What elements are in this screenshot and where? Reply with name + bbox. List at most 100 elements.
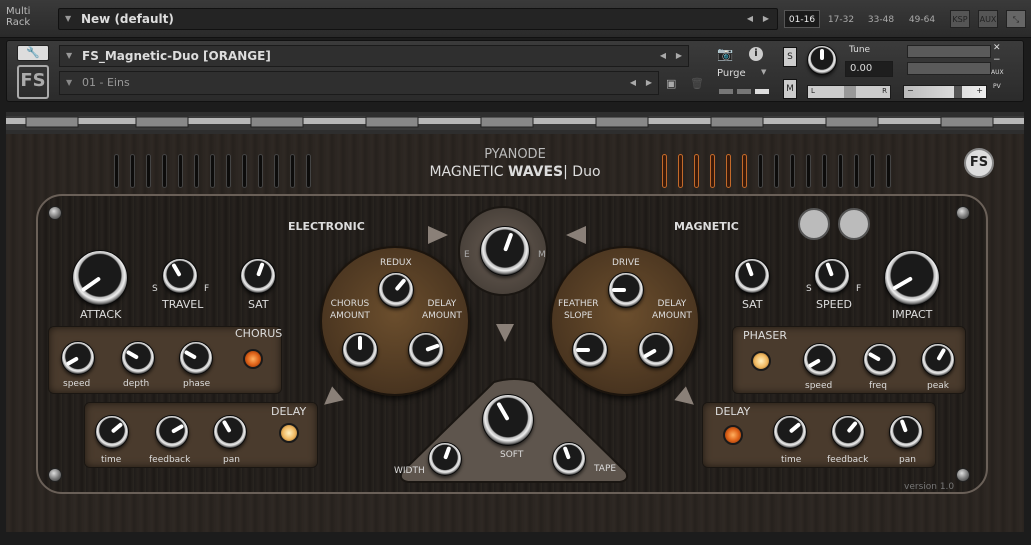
travel-knob[interactable] bbox=[162, 258, 198, 294]
tape-label: TAPE bbox=[594, 464, 617, 474]
minimize-icon[interactable]: − bbox=[993, 55, 1001, 65]
range-tab-2[interactable]: 17-32 bbox=[822, 10, 860, 28]
sat-left-knob[interactable] bbox=[240, 258, 276, 294]
volume-slider[interactable]: − + bbox=[903, 85, 987, 99]
chorus-speed-label: speed bbox=[63, 379, 91, 389]
arrow-left-icon bbox=[566, 226, 586, 244]
drive-label: DRIVE bbox=[612, 258, 640, 268]
close-icon[interactable]: ✕ bbox=[993, 43, 1001, 53]
purge-seg-1 bbox=[719, 89, 733, 94]
volume-plus-icon[interactable]: + bbox=[976, 86, 983, 95]
delay-left-time-knob[interactable] bbox=[95, 415, 129, 449]
brand-title-c: | Duo bbox=[563, 164, 601, 180]
feather-slope-knob[interactable] bbox=[572, 332, 608, 368]
aux-tag[interactable]: AUX bbox=[991, 69, 1004, 76]
redux-knob[interactable] bbox=[378, 272, 414, 308]
purge-menu[interactable]: Purge bbox=[717, 68, 746, 79]
purge-dropdown-icon[interactable]: ▼ bbox=[761, 68, 766, 76]
drive-knob[interactable] bbox=[608, 272, 644, 308]
chorus-section: speed depth phase CHORUS bbox=[48, 326, 282, 394]
chorus-phase-label: phase bbox=[183, 379, 211, 389]
impact-knob[interactable] bbox=[884, 250, 940, 306]
pan-thumb[interactable] bbox=[844, 86, 856, 98]
sat-right-knob[interactable] bbox=[734, 258, 770, 294]
speed-right-knob[interactable] bbox=[814, 258, 850, 294]
aux-button[interactable]: AUX bbox=[978, 10, 998, 28]
multi-rack-line1: Multi bbox=[6, 6, 31, 17]
info-icon[interactable]: i bbox=[749, 47, 763, 61]
collapse-icon[interactable]: ⤡ bbox=[1006, 10, 1026, 28]
reel-right-icon[interactable] bbox=[838, 208, 870, 240]
phaser-speed-knob[interactable] bbox=[803, 343, 837, 377]
delay-left-label: DELAY bbox=[271, 405, 307, 418]
preset-dropdown-icon[interactable]: ▼ bbox=[65, 9, 71, 29]
phaser-peak-knob[interactable] bbox=[921, 343, 955, 377]
delay-right-led-button[interactable] bbox=[723, 425, 743, 445]
delay-left-pan-label: pan bbox=[223, 455, 240, 465]
soft-knob[interactable] bbox=[482, 394, 534, 446]
blend-e-label: E bbox=[464, 250, 470, 260]
travel-f-label: F bbox=[204, 284, 210, 294]
delay-left-feedback-knob[interactable] bbox=[155, 415, 189, 449]
kontakt-window: Multi Rack ▼ New (default) ◀ ▶ 01-16 17-… bbox=[0, 0, 1031, 545]
reel-left-icon[interactable] bbox=[798, 208, 830, 240]
phaser-freq-label: freq bbox=[869, 381, 887, 391]
prev-instrument-icon[interactable]: ◀ bbox=[660, 46, 666, 66]
next-patch-icon[interactable]: ▶ bbox=[646, 72, 652, 94]
pan-slider[interactable]: L R bbox=[807, 85, 891, 99]
purge-seg-2 bbox=[737, 89, 751, 94]
multi-preset-field[interactable]: ▼ New (default) ◀ ▶ bbox=[58, 8, 778, 30]
sat-right-label: SAT bbox=[742, 298, 763, 311]
phaser-freq-knob[interactable] bbox=[863, 343, 897, 377]
chorus-led-button[interactable] bbox=[243, 349, 263, 369]
preset-name: New (default) bbox=[81, 12, 174, 26]
phaser-speed-label: speed bbox=[805, 381, 833, 391]
delay-amount-left-knob[interactable] bbox=[408, 332, 444, 368]
speed-s-label: S bbox=[806, 284, 812, 294]
mute-button[interactable]: M bbox=[783, 79, 797, 99]
range-tab-4[interactable]: 49-64 bbox=[902, 10, 942, 28]
width-knob[interactable] bbox=[428, 442, 462, 476]
delay-left-led-button[interactable] bbox=[279, 423, 299, 443]
range-tab-3[interactable]: 33-48 bbox=[862, 10, 900, 28]
pan-right-label: R bbox=[882, 87, 887, 95]
delay-left-pan-knob[interactable] bbox=[213, 415, 247, 449]
ksp-button[interactable]: KSP bbox=[950, 10, 970, 28]
instrument-name-field[interactable]: ▼ FS_Magnetic-Duo [ORANGE] ◀ ▶ bbox=[59, 45, 689, 67]
phaser-led-button[interactable] bbox=[751, 351, 771, 371]
camera-icon[interactable]: 📷 bbox=[717, 47, 733, 62]
volume-minus-icon[interactable]: − bbox=[907, 86, 914, 95]
chorus-depth-knob[interactable] bbox=[121, 341, 155, 375]
save-icon[interactable]: ▣ bbox=[666, 77, 676, 90]
next-instrument-icon[interactable]: ▶ bbox=[676, 46, 682, 66]
patch-dropdown-icon[interactable]: ▼ bbox=[66, 72, 72, 94]
blend-m-label: M bbox=[538, 250, 546, 260]
delay-amount-right-knob[interactable] bbox=[638, 332, 674, 368]
prev-preset-icon[interactable]: ◀ bbox=[747, 9, 753, 29]
patch-field[interactable]: ▼ 01 - Eins ◀ ▶ bbox=[59, 71, 659, 95]
tune-value[interactable]: 0.00 bbox=[845, 61, 893, 77]
attack-knob[interactable] bbox=[72, 250, 128, 306]
range-tab-1[interactable]: 01-16 bbox=[784, 10, 820, 28]
chorus-phase-knob[interactable] bbox=[179, 341, 213, 375]
tune-knob[interactable] bbox=[807, 45, 837, 75]
instrument-panel: PYANODE MAGNETIC WAVES| Duo FS ELECTRONI… bbox=[6, 134, 1024, 532]
delete-icon[interactable]: 🗑 bbox=[690, 77, 704, 90]
solo-button[interactable]: S bbox=[783, 47, 797, 67]
delay-right-pan-knob[interactable] bbox=[889, 415, 923, 449]
tape-knob[interactable] bbox=[552, 442, 586, 476]
wrench-icon[interactable]: 🔧 bbox=[17, 45, 49, 61]
prev-patch-icon[interactable]: ◀ bbox=[630, 72, 636, 94]
delay-right-section: DELAY time feedback pan bbox=[702, 402, 936, 468]
arrow-right-icon bbox=[428, 226, 448, 244]
delay-right-feedback-knob[interactable] bbox=[831, 415, 865, 449]
arrow-delay-right-icon bbox=[674, 386, 700, 412]
blend-knob[interactable] bbox=[480, 226, 530, 276]
instrument-dropdown-icon[interactable]: ▼ bbox=[66, 46, 72, 66]
volume-thumb[interactable] bbox=[954, 86, 962, 98]
chorus-speed-knob[interactable] bbox=[61, 341, 95, 375]
pv-tag[interactable]: PV bbox=[993, 83, 1001, 90]
delay-right-time-knob[interactable] bbox=[773, 415, 807, 449]
chorus-amount-knob[interactable] bbox=[342, 332, 378, 368]
next-preset-icon[interactable]: ▶ bbox=[763, 9, 769, 29]
